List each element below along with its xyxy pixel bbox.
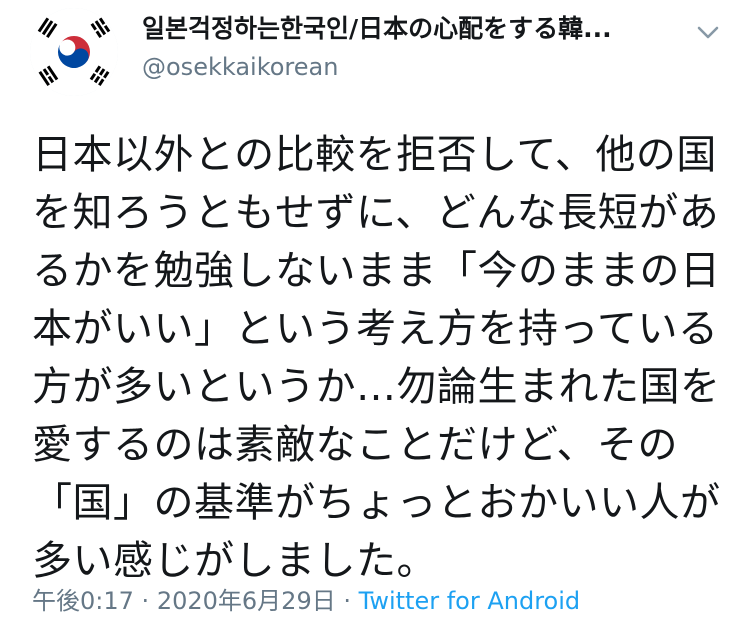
author-handle[interactable]: @osekkaikorean xyxy=(142,50,652,84)
tweet-meta: 午後0:17 · 2020年6月29日 · Twitter for Androi… xyxy=(32,584,580,618)
tweet-text: 日本以外との比較を拒否して、他の国 を知ろうともせずに、どんな長短があ るかを勉… xyxy=(32,132,721,584)
tweet-time[interactable]: 午後0:17 xyxy=(32,587,134,615)
tweet-header: 일본걱정하는한국인/日本の心配をする韓... @osekkaikorean xyxy=(0,0,750,110)
south-korea-flag-icon xyxy=(30,8,118,96)
avatar[interactable] xyxy=(30,8,118,96)
tweet-date[interactable]: 2020年6月29日 xyxy=(157,587,336,615)
chevron-down-icon xyxy=(697,26,719,39)
author-names: 일본걱정하는한국인/日本の心配をする韓... @osekkaikorean xyxy=(142,12,652,84)
tweet-source-link[interactable]: Twitter for Android xyxy=(359,587,580,615)
tweet-menu-button[interactable] xyxy=(690,14,726,50)
meta-separator: · xyxy=(141,587,150,615)
meta-separator-2: · xyxy=(343,587,351,615)
author-display-name[interactable]: 일본걱정하는한국인/日本の心配をする韓... xyxy=(142,12,652,46)
